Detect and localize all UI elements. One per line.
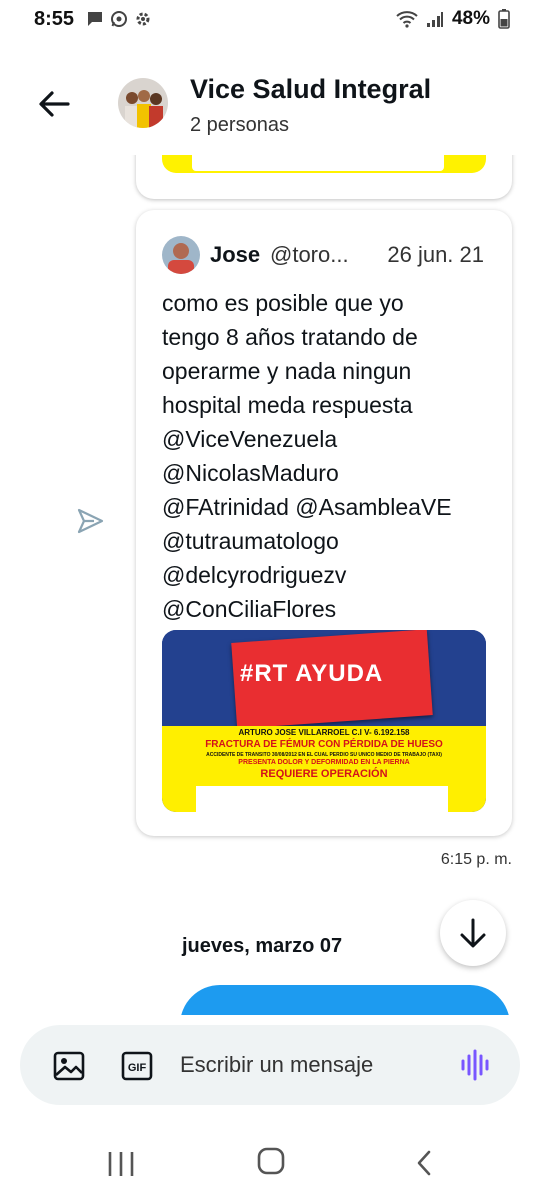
back-button[interactable] [34,84,74,124]
previous-post-image-fragment [162,155,486,173]
post-date: 26 jun. 21 [387,242,484,267]
battery-icon [498,9,510,29]
status-bar: 8:55 48% [0,0,540,40]
image-icon [53,1051,85,1081]
chat-header: Vice Salud Integral 2 personas [0,60,540,150]
image-line: ACCIDENTE DE TRANSITO 30/08/2012 EN EL C… [206,752,442,758]
post-text-line: operarme y nada ningun [162,358,412,384]
previous-shared-post-card[interactable] [136,155,512,199]
post-image[interactable]: #RT AYUDA ARTURO JOSE VILLARROEL C.I V- … [162,630,486,812]
add-photo-button[interactable] [52,1049,86,1083]
mention-link[interactable]: @FAtrinidad @AsambleaVE [162,490,492,524]
message-timestamp: 6:15 p. m. [440,851,512,868]
post-text: como es posible que yo tengo 8 años trat… [162,286,492,626]
voice-waveform-icon [461,1049,489,1081]
chat-title[interactable]: Vice Salud Integral [190,74,431,105]
home-icon [257,1147,285,1175]
image-white-box [196,786,448,812]
settings-icon [136,12,150,26]
signal-icon [426,12,443,27]
battery-percent: 48% [451,8,490,29]
image-line: ARTURO JOSE VILLARROEL C.I V- 6.192.158 [238,728,410,737]
author-photo [162,236,200,274]
group-avatar[interactable] [118,78,168,128]
recents-icon [108,1152,134,1176]
add-gif-button[interactable]: GIF [120,1049,154,1083]
send-status-icon [74,505,106,537]
group-photo [118,78,168,128]
mention-link[interactable]: @ConCiliaFlores [162,592,492,626]
post-text-line: como es posible que yo [162,290,404,316]
image-line: REQUIERE OPERACIÓN [260,768,388,780]
scroll-to-bottom-button[interactable] [440,900,506,966]
home-button[interactable] [256,1146,286,1176]
gif-icon: GIF [121,1051,153,1081]
voice-message-button[interactable] [458,1047,494,1083]
post-author-name[interactable]: Jose [210,242,260,268]
message-input[interactable] [180,1041,440,1089]
system-navigation-bar [0,1130,540,1200]
status-time: 8:55 [34,8,75,30]
post-text-line: hospital meda respuesta [162,392,413,418]
mention-link[interactable]: @NicolasMaduro [162,456,492,490]
arrow-left-icon [39,91,70,117]
arrow-down-icon [460,918,486,948]
image-line: FRACTURA DE FÉMUR CON PÉRDIDA DE HUESO [205,739,443,750]
chat-participants[interactable]: 2 personas [190,114,289,137]
mention-link[interactable]: @ViceVenezuela [162,422,492,456]
message-list[interactable]: Jose @toro... 26 jun. 21 como es posible… [0,155,540,1015]
post-text-line: tengo 8 años tratando de [162,324,418,350]
status-system-icons: 48% [396,8,510,30]
sent-message-bubble[interactable] [180,985,510,1015]
shared-post-card[interactable]: Jose @toro... 26 jun. 21 como es posible… [136,210,512,836]
whatsapp-icon [111,11,127,27]
mention-link[interactable]: @tutraumatologo [162,524,492,558]
mention-link[interactable]: @delcyrodriguezv [162,558,492,592]
image-headline: #RT AYUDA [240,660,384,687]
chevron-left-icon [417,1150,431,1176]
system-back-button[interactable] [412,1146,436,1180]
post-author-handle[interactable]: @toro... [270,242,349,268]
message-icon [88,12,102,26]
message-composer: GIF [20,1025,520,1105]
date-separator: jueves, marzo 07 [182,935,343,957]
image-line: PRESENTA DOLOR Y DEFORMIDAD EN LA PIERNA [238,759,410,766]
post-author-avatar[interactable] [162,236,200,274]
recents-button[interactable] [104,1148,138,1180]
gif-label: GIF [128,1062,147,1074]
wifi-icon [396,11,418,28]
status-notification-icons [86,10,152,28]
